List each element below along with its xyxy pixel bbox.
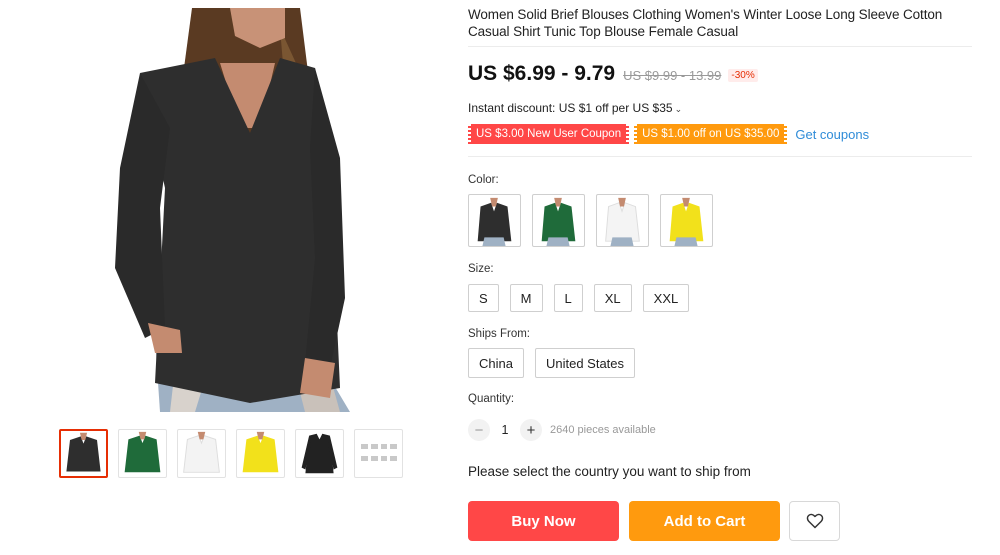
price-row: US $6.99 - 9.79 US $9.99 - 13.99 -30%	[468, 62, 758, 86]
main-product-image	[100, 8, 362, 412]
thumbnail-yellow[interactable]	[236, 429, 285, 478]
color-option-green[interactable]	[532, 194, 585, 247]
ship-option-china[interactable]: China	[468, 348, 524, 378]
thumbnail-strip	[59, 429, 403, 478]
black-blouse-thumbnail	[66, 432, 101, 472]
color-label: Color:	[468, 174, 499, 186]
yellow-swatch-image	[669, 197, 704, 246]
new-user-coupon[interactable]: US $3.00 New User Coupon	[468, 124, 630, 144]
flatlay-blouse-thumbnail	[301, 433, 338, 474]
thumbnail-black[interactable]	[59, 429, 108, 478]
product-title: Women Solid Brief Blouses Clothing Women…	[468, 7, 943, 39]
color-option-yellow[interactable]	[660, 194, 713, 247]
black-swatch-image	[477, 197, 512, 246]
ship-option-united-states[interactable]: United States	[534, 348, 636, 378]
quantity-decrease-button[interactable]: −	[468, 419, 490, 441]
instant-discount[interactable]: Instant discount: US $1 off per US $35 ⌄	[468, 101, 682, 115]
buy-now-button[interactable]: Buy Now	[468, 501, 619, 541]
size-option-l[interactable]: L	[553, 284, 583, 312]
color-options	[468, 194, 713, 247]
original-price: US $9.99 - 13.99	[623, 68, 722, 83]
quantity-increase-button[interactable]: +	[520, 419, 542, 441]
coupon-row: US $3.00 New User Coupon US $1.00 off on…	[468, 124, 869, 144]
heart-icon	[806, 513, 823, 529]
size-label: Size:	[468, 263, 494, 275]
thumbnail-flatlay[interactable]	[295, 429, 344, 478]
instant-discount-text: Instant discount: US $1 off per US $35	[468, 101, 673, 115]
ships-from-options: China United States	[468, 348, 636, 378]
color-option-white[interactable]	[596, 194, 649, 247]
blouse-model-photo	[115, 8, 350, 412]
ships-from-label: Ships From:	[468, 328, 530, 340]
size-option-m[interactable]: M	[509, 284, 543, 312]
thumbnail-size-chart[interactable]	[354, 429, 403, 478]
pieces-available: 2640 pieces available	[550, 424, 656, 436]
ship-country-prompt: Please select the country you want to sh…	[468, 464, 751, 479]
white-swatch-image	[605, 197, 640, 246]
action-buttons: Buy Now Add to Cart	[468, 501, 840, 541]
color-option-black[interactable]	[468, 194, 521, 247]
current-price: US $6.99 - 9.79	[468, 62, 616, 85]
quantity-label: Quantity:	[468, 393, 515, 405]
size-options: S M L XL XXL	[468, 284, 690, 312]
quantity-value[interactable]: 1	[490, 423, 520, 437]
size-option-s[interactable]: S	[468, 284, 499, 312]
thumbnail-white[interactable]	[177, 429, 226, 478]
get-coupons-link[interactable]: Get coupons	[795, 127, 869, 142]
add-to-cart-button[interactable]: Add to Cart	[629, 501, 780, 541]
quantity-stepper: − 1 + 2640 pieces available	[468, 419, 656, 441]
yellow-blouse-thumbnail	[242, 431, 279, 473]
coupon-divider	[468, 156, 972, 157]
size-chart-icon	[361, 444, 397, 464]
green-swatch-image	[541, 197, 576, 246]
green-blouse-thumbnail	[124, 431, 161, 473]
thumbnail-green[interactable]	[118, 429, 167, 478]
white-blouse-thumbnail	[183, 431, 220, 473]
size-option-xl[interactable]: XL	[593, 284, 632, 312]
chevron-down-icon: ⌄	[674, 104, 683, 114]
size-option-xxl[interactable]: XXL	[642, 284, 690, 312]
discount-badge: -30%	[728, 69, 758, 82]
store-coupon[interactable]: US $1.00 off on US $35.00	[634, 124, 788, 144]
wishlist-button[interactable]	[789, 501, 840, 541]
title-divider	[468, 46, 972, 47]
